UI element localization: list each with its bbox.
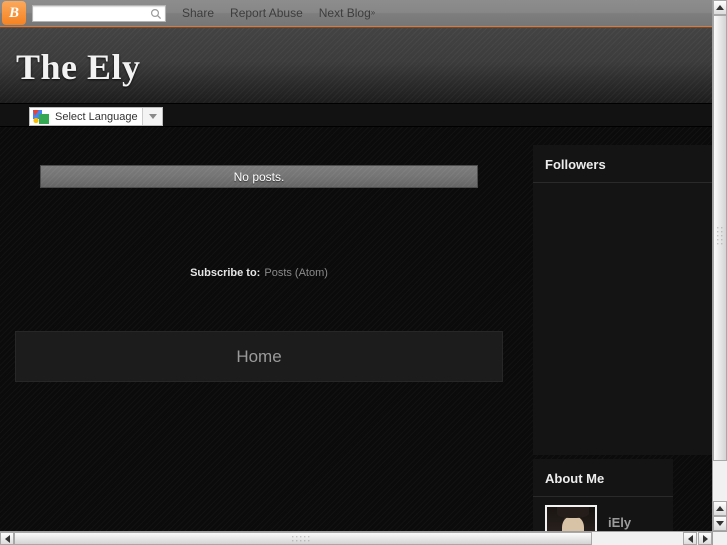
arrow-left-icon bbox=[4, 534, 10, 543]
followers-widget-body bbox=[533, 183, 712, 453]
next-blog-label: Next Blog bbox=[318, 6, 371, 20]
followers-widget-title: Followers bbox=[533, 145, 712, 183]
scroll-right-button[interactable] bbox=[698, 532, 712, 545]
search-icon bbox=[150, 8, 162, 19]
blogger-logo-letter: B bbox=[8, 4, 19, 21]
google-translate-icon bbox=[33, 109, 49, 124]
scroll-up-button[interactable] bbox=[713, 0, 727, 15]
navbar-link-report-abuse[interactable]: Report Abuse bbox=[230, 6, 303, 20]
blog-page: B Share Report Abuse Next Blog» The Ely bbox=[0, 0, 712, 531]
language-selector-label: Select Language bbox=[55, 110, 138, 123]
search-input[interactable] bbox=[33, 4, 150, 22]
about-me-widget: About Me iEly bbox=[533, 459, 673, 531]
scroll-left-button[interactable] bbox=[0, 532, 14, 545]
home-link[interactable]: Home bbox=[236, 347, 281, 367]
home-nav-block[interactable]: Home bbox=[15, 331, 503, 382]
arrow-up-icon-bottom bbox=[716, 506, 724, 511]
blogger-navbar: B Share Report Abuse Next Blog» bbox=[0, 0, 712, 27]
subscribe-line: Subscribe to: Posts (Atom) bbox=[0, 267, 518, 279]
no-posts-banner: No posts. bbox=[40, 165, 478, 188]
next-blog-chevron-icon: » bbox=[370, 8, 376, 17]
translate-bar: Select Language bbox=[0, 103, 712, 127]
page-title: The Ely bbox=[16, 47, 141, 87]
sidebar: Followers About Me iEly bbox=[533, 127, 712, 531]
scrollbar-corner bbox=[712, 531, 727, 545]
avatar[interactable] bbox=[545, 505, 597, 531]
navbar-link-share[interactable]: Share bbox=[182, 6, 214, 20]
subscribe-label: Subscribe to: bbox=[190, 267, 261, 279]
about-me-widget-title: About Me bbox=[533, 459, 673, 497]
grip-dots-icon bbox=[717, 227, 723, 245]
vertical-scrollbar-thumb[interactable] bbox=[713, 15, 727, 461]
scroll-down-button[interactable] bbox=[713, 516, 727, 531]
grip-dots-icon-horizontal bbox=[292, 535, 310, 541]
arrow-right-icon bbox=[702, 534, 708, 543]
vertical-scrollbar[interactable] bbox=[712, 0, 727, 531]
horizontal-scrollbar-thumb[interactable] bbox=[14, 532, 592, 545]
arrow-left-icon-right bbox=[687, 534, 693, 543]
about-me-body: iEly bbox=[533, 497, 673, 531]
browser-viewport: B Share Report Abuse Next Blog» The Ely bbox=[0, 0, 727, 545]
navbar-search-box[interactable] bbox=[32, 4, 166, 22]
horizontal-scrollbar[interactable] bbox=[0, 531, 712, 545]
blogger-logo-icon[interactable]: B bbox=[2, 1, 26, 25]
arrow-down-icon bbox=[716, 521, 724, 526]
content-wrapper: No posts. Home Subscribe to: Posts (Atom)… bbox=[0, 127, 712, 531]
scroll-left-button-right[interactable] bbox=[683, 532, 697, 545]
scroll-up-button-bottom[interactable] bbox=[713, 501, 727, 516]
chevron-down-icon[interactable] bbox=[143, 108, 162, 125]
profile-name[interactable]: iEly bbox=[608, 515, 631, 530]
arrow-up-icon bbox=[716, 5, 724, 10]
followers-widget: Followers bbox=[533, 145, 712, 455]
blog-header: The Ely bbox=[0, 27, 712, 103]
language-selector[interactable]: Select Language bbox=[29, 107, 163, 126]
navbar-link-next-blog[interactable]: Next Blog» bbox=[319, 6, 375, 20]
subscribe-feed-link[interactable]: Posts (Atom) bbox=[264, 267, 328, 279]
main-column: No posts. Home Subscribe to: Posts (Atom) bbox=[0, 127, 518, 531]
